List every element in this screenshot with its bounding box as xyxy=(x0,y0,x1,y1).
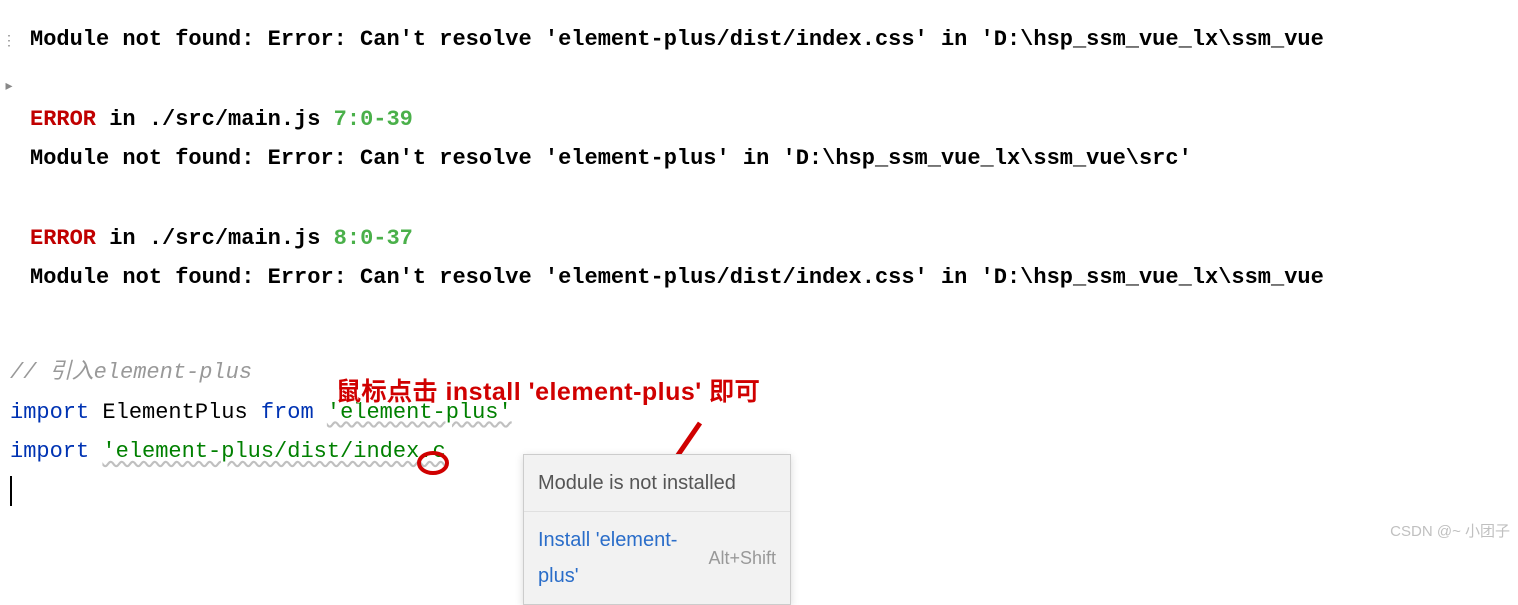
terminal-line: Module not found: Error: Can't resolve '… xyxy=(30,139,1488,179)
error-label: ERROR xyxy=(30,107,96,132)
watermark: CSDN @~ 小团子 xyxy=(1390,518,1510,545)
tooltip-action-row[interactable]: Install 'element-plus' Alt+Shift xyxy=(524,512,790,604)
annotation-callout: 鼠标点击 install 'element-plus' 即可 xyxy=(336,370,760,415)
terminal-error-line: ERROR in ./src/main.js 8:0-37 xyxy=(30,219,1488,259)
intention-tooltip: Module is not installed Install 'element… xyxy=(523,454,791,605)
terminal-line: Module not found: Error: Can't resolve '… xyxy=(30,258,1488,298)
shortcut-hint: Alt+Shift xyxy=(708,542,776,574)
gutter: ⋮ ▸ xyxy=(0,30,18,100)
terminal-error-line: ERROR in ./src/main.js 7:0-39 xyxy=(30,100,1488,140)
terminal-output: Module not found: Error: Can't resolve '… xyxy=(0,0,1518,298)
tooltip-header: Module is not installed xyxy=(524,455,790,512)
install-module-link[interactable]: Install 'element-plus' xyxy=(538,522,708,594)
gutter-marker-icon: ⋮ xyxy=(2,30,16,55)
error-label: ERROR xyxy=(30,226,96,251)
gutter-expand-icon: ▸ xyxy=(5,75,12,100)
terminal-line: Module not found: Error: Can't resolve '… xyxy=(30,20,1488,60)
